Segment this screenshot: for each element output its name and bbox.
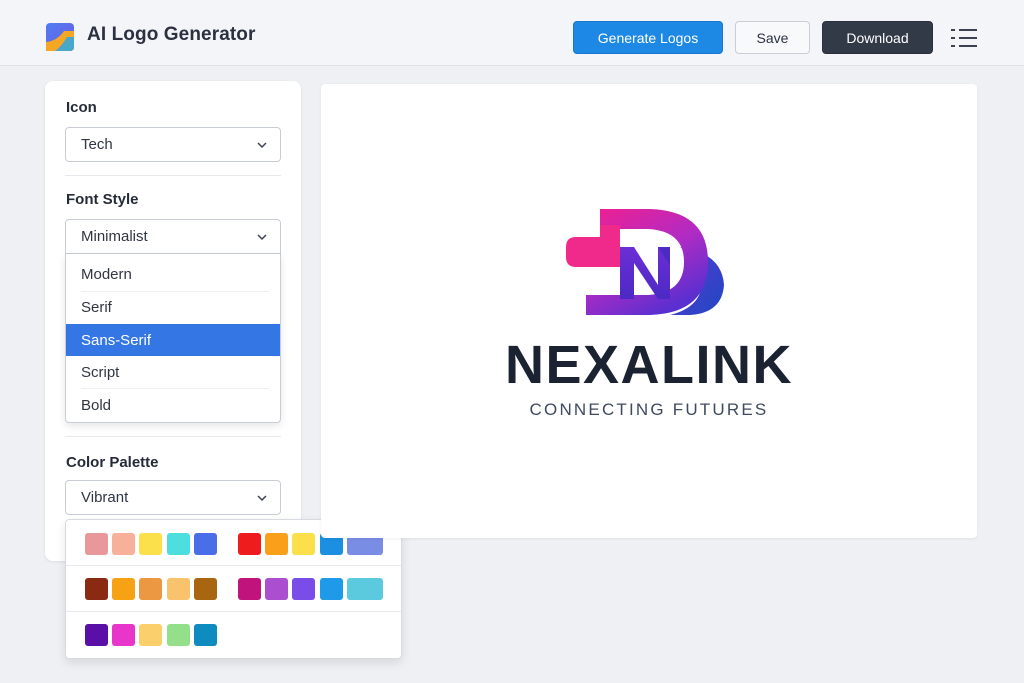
color-swatch[interactable] (238, 578, 261, 600)
app-title: AI Logo Generator (87, 24, 256, 45)
top-bar: AI Logo Generator Generate Logos Save Do… (0, 0, 1024, 66)
brand-tagline: CONNECTING FUTURES (529, 400, 769, 419)
palette-divider (66, 565, 401, 566)
color-swatch[interactable] (166, 624, 190, 646)
font-style-select-value: Minimalist (81, 228, 148, 245)
download-button[interactable]: Download (822, 21, 933, 54)
divider (65, 436, 281, 437)
font-style-label: Font Style (66, 191, 139, 208)
color-swatch[interactable] (292, 578, 316, 600)
color-swatch[interactable] (346, 578, 383, 600)
color-swatch[interactable] (85, 533, 108, 555)
color-swatch[interactable] (193, 533, 217, 555)
font-style-dropdown: Modern Serif Sans-Serif Script Bold (65, 254, 281, 423)
font-option-bold[interactable]: Bold (66, 389, 280, 421)
list-menu-icon[interactable] (951, 27, 979, 49)
app-logo-icon (46, 23, 74, 51)
font-option-serif[interactable]: Serif (66, 291, 280, 323)
color-swatch[interactable] (85, 624, 108, 646)
brand-name: NEXALINK (504, 335, 793, 395)
color-palette-label: Color Palette (66, 454, 159, 471)
color-swatch[interactable] (265, 578, 289, 600)
font-option-script[interactable]: Script (66, 356, 280, 388)
chevron-down-icon (257, 142, 267, 149)
color-swatch[interactable] (139, 578, 163, 600)
divider (65, 175, 281, 176)
generate-logos-button[interactable]: Generate Logos (573, 21, 723, 54)
font-style-select[interactable]: Minimalist (65, 219, 281, 254)
color-swatch[interactable] (166, 578, 190, 600)
color-swatch[interactable] (139, 533, 163, 555)
color-swatch[interactable] (112, 578, 136, 600)
color-swatch[interactable] (166, 533, 190, 555)
icon-select[interactable]: Tech (65, 127, 281, 162)
font-option-modern[interactable]: Modern (66, 258, 280, 290)
color-swatch[interactable] (139, 624, 163, 646)
color-swatch[interactable] (112, 533, 136, 555)
color-swatch[interactable] (265, 533, 289, 555)
color-palette-select-value: Vibrant (81, 489, 129, 506)
nexalink-mark-icon (566, 209, 724, 315)
color-swatch[interactable] (112, 624, 136, 646)
color-palette-select[interactable]: Vibrant (65, 480, 281, 515)
icon-select-value: Tech (81, 136, 113, 153)
color-swatch[interactable] (319, 578, 343, 600)
color-swatch[interactable] (238, 533, 261, 555)
color-swatch[interactable] (193, 578, 217, 600)
color-swatch[interactable] (193, 624, 217, 646)
font-option-sans-serif[interactable]: Sans-Serif (66, 324, 280, 356)
palette-divider (66, 611, 401, 612)
color-palette-dropdown (65, 519, 402, 659)
color-swatch[interactable] (292, 533, 316, 555)
icon-label: Icon (66, 99, 97, 116)
color-swatch[interactable] (85, 578, 108, 600)
chevron-down-icon (257, 234, 267, 241)
chevron-down-icon (257, 495, 267, 502)
save-button[interactable]: Save (735, 21, 810, 54)
